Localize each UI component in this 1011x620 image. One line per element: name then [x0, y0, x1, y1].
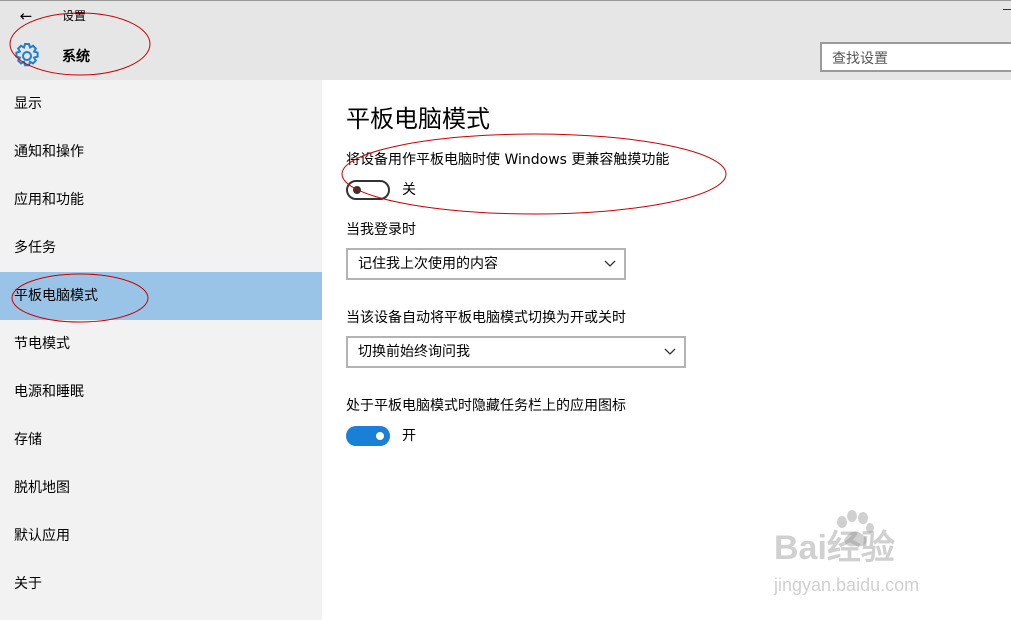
- tablet-mode-toggle[interactable]: [346, 180, 390, 200]
- sidebar-item-power-sleep[interactable]: 电源和睡眠: [0, 368, 322, 416]
- sidebar-item-offline-maps[interactable]: 脱机地图: [0, 464, 322, 512]
- hide-icons-label: 处于平板电脑模式时隐藏任务栏上的应用图标: [346, 398, 626, 414]
- search-input[interactable]: 查找设置: [820, 42, 1011, 72]
- toggle-knob: [353, 186, 361, 194]
- signin-dropdown[interactable]: 记住我上次使用的内容: [346, 248, 626, 280]
- watermark: Bai经验 jingyan.baidu.com: [770, 510, 970, 600]
- auto-switch-dropdown-value: 切换前始终询问我: [358, 344, 470, 360]
- watermark-brand: Bai经验: [774, 529, 895, 567]
- sidebar-item-notifications[interactable]: 通知和操作: [0, 128, 322, 176]
- sidebar-item-display[interactable]: 显示: [0, 80, 322, 128]
- toggle-knob: [376, 432, 384, 440]
- sidebar-item-default-apps[interactable]: 默认应用: [0, 512, 322, 560]
- tablet-mode-toggle-state: 关: [402, 182, 416, 198]
- minimize-icon[interactable]: [1003, 9, 1011, 10]
- sidebar-item-storage[interactable]: 存储: [0, 416, 322, 464]
- signin-dropdown-value: 记住我上次使用的内容: [358, 256, 498, 272]
- auto-switch-label: 当该设备自动将平板电脑模式切换为开或关时: [346, 310, 626, 326]
- gear-icon: [15, 43, 39, 67]
- signin-label: 当我登录时: [346, 222, 416, 238]
- watermark-url: jingyan.baidu.com: [774, 575, 920, 595]
- back-arrow-icon: ←: [19, 7, 33, 25]
- sidebar-item-about[interactable]: 关于: [0, 560, 322, 608]
- back-button[interactable]: ←: [14, 5, 38, 27]
- sidebar-item-battery-saver[interactable]: 节电模式: [0, 320, 322, 368]
- page-title: 平板电脑模式: [346, 105, 490, 133]
- sidebar-item-tablet-mode[interactable]: 平板电脑模式: [0, 272, 322, 320]
- tablet-mode-label: 将设备用作平板电脑时使 Windows 更兼容触摸功能: [346, 152, 670, 168]
- title-bar: ← 设置 系统 查找设置: [0, 0, 1011, 80]
- sidebar-item-apps-features[interactable]: 应用和功能: [0, 176, 322, 224]
- auto-switch-dropdown[interactable]: 切换前始终询问我: [346, 336, 686, 368]
- chevron-down-icon: [664, 348, 676, 355]
- section-title: 系统: [62, 49, 90, 65]
- chevron-down-icon: [604, 260, 616, 267]
- sidebar-nav: 显示 通知和操作 应用和功能 多任务 平板电脑模式 节电模式 电源和睡眠 存储 …: [0, 80, 322, 620]
- sidebar-item-multitasking[interactable]: 多任务: [0, 224, 322, 272]
- hide-icons-toggle-state: 开: [402, 428, 416, 444]
- hide-icons-toggle[interactable]: [346, 426, 390, 446]
- window-title: 设置: [62, 9, 87, 23]
